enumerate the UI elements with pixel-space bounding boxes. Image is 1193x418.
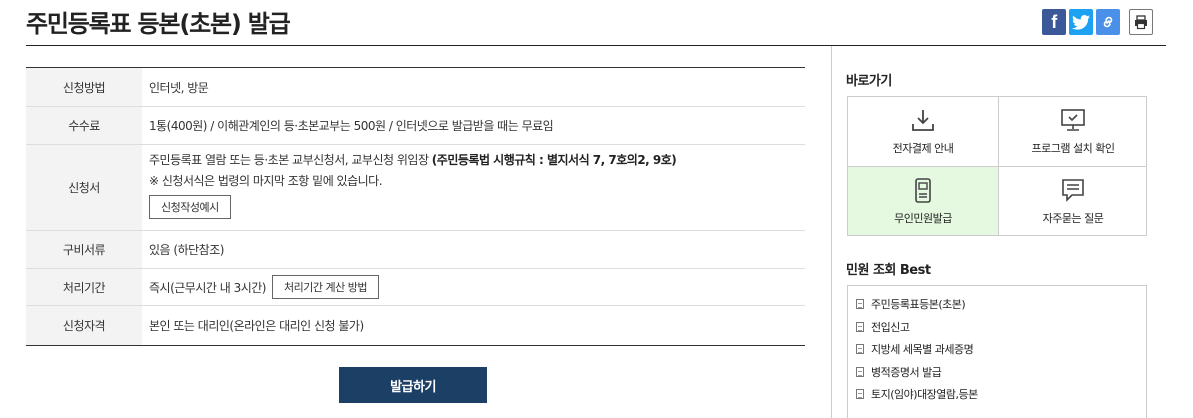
page-title: 주민등록표 등본(초본) 발급 [26,10,291,38]
row-value: 본인 또는 대리인(온라인은 대리인 신청 불가) [149,319,364,333]
download-icon [912,110,934,131]
best-item-label: 지방세 세목별 과세증명 [871,343,974,357]
table-row: 신청서 주민등록표 열람 또는 등·초본 교부신청서, 교부신청 위임장 (주민… [26,145,805,231]
best-item-label: 주민등록표등본(초본) [871,298,966,312]
row-label: 처리기간 [26,269,142,305]
row-label: 구비서류 [26,231,142,268]
quick-link-label: 자주묻는 질문 [1042,211,1104,225]
quick-link-program-check[interactable]: 프로그램 설치 확인 [998,97,1147,166]
form-legal-reference: (주민등록법 시행규칙 : 별지서식 7, 7호의2, 9호) [431,153,677,167]
quick-link-kiosk[interactable]: 무인민원발급 [848,166,998,235]
best-item[interactable]: 병적증명서 발급 [856,361,1146,384]
table-row: 구비서류 있음 (하단참조) [26,231,805,269]
table-row: 수수료 1통(400원) / 이해관계인의 등·초본교부는 500원 / 인터넷… [26,107,805,145]
quick-link-faq[interactable]: 자주묻는 질문 [998,166,1147,235]
row-value: 즉시(근무시간 내 3시간) 처리기간 계산 방법 [142,269,805,305]
quick-links-title: 바로가기 [846,74,892,89]
form-names: 주민등록표 열람 또는 등·초본 교부신청서, 교부신청 위임장 [149,153,432,167]
processing-time-calc-button[interactable]: 처리기간 계산 방법 [272,275,379,299]
document-icon [856,321,864,332]
quick-link-label: 무인민원발급 [894,211,952,225]
best-list: 주민등록표등본(초본) 전입신고 지방세 세목별 과세증명 병적증명서 발급 토… [847,285,1147,418]
best-title: 민원 조회 Best [846,263,931,278]
quick-link-payment[interactable]: 전자결제 안내 [848,97,998,166]
best-item-label: 병적증명서 발급 [871,365,942,379]
document-icon [856,344,864,355]
table-row: 신청자격 본인 또는 대리인(온라인은 대리인 신청 불가) [26,306,805,345]
best-item[interactable]: 전입신고 [856,316,1146,339]
row-value: 1통(400원) / 이해관계인의 등·초본교부는 500원 / 인터넷으로 발… [149,119,554,133]
row-value: 인터넷, 방문 [149,80,209,95]
quick-link-label: 프로그램 설치 확인 [1031,142,1115,155]
best-item[interactable]: 지방세 세목별 과세증명 [856,338,1146,361]
best-item-label: 토지(임야)대장열람,등본 [871,388,978,402]
row-label: 신청방법 [26,68,142,106]
processing-time: 즉시(근무시간 내 3시간) [149,280,267,295]
row-label: 신청자격 [26,306,142,345]
application-example-button[interactable]: 신청작성예시 [149,195,231,219]
twitter-share-icon[interactable] [1069,9,1093,35]
page-header: 주민등록표 등본(초본) 발급 f [26,0,1166,46]
table-row: 처리기간 즉시(근무시간 내 3시간) 처리기간 계산 방법 [26,269,805,306]
row-label: 수수료 [26,107,142,144]
monitor-check-icon [1061,109,1085,131]
link-share-icon[interactable] [1096,9,1120,35]
table-row: 신청방법 인터넷, 방문 [26,68,805,107]
document-icon [856,299,864,310]
row-value: 주민등록표 열람 또는 등·초본 교부신청서, 교부신청 위임장 (주민등록법 … [142,145,805,230]
kiosk-icon [915,177,931,203]
best-item[interactable]: 주민등록표등본(초본) [856,293,1146,316]
form-note: ※ 신청서식은 법령의 마지막 조항 밑에 있습니다. [149,174,383,188]
facebook-share-icon[interactable]: f [1042,9,1066,35]
sidebar-divider [831,46,832,418]
quick-link-label: 전자결제 안내 [892,142,954,155]
row-label: 신청서 [26,145,142,230]
document-icon [856,366,864,377]
print-icon[interactable] [1129,9,1153,35]
chat-icon [1062,178,1084,202]
best-item[interactable]: 토지(임야)대장열람,등본 [856,383,1146,406]
issue-button[interactable]: 발급하기 [339,367,487,403]
best-item-label: 전입신고 [871,320,910,334]
document-icon [856,389,864,400]
row-value: 있음 (하단참조) [149,243,224,257]
form-description: 주민등록표 열람 또는 등·초본 교부신청서, 교부신청 위임장 (주민등록법 … [149,150,677,171]
info-table: 신청방법 인터넷, 방문 수수료 1통(400원) / 이해관계인의 등·초본교… [26,67,805,346]
quick-links-grid: 전자결제 안내 프로그램 설치 확인 무인민원발급 자주묻는 질문 [847,96,1147,236]
